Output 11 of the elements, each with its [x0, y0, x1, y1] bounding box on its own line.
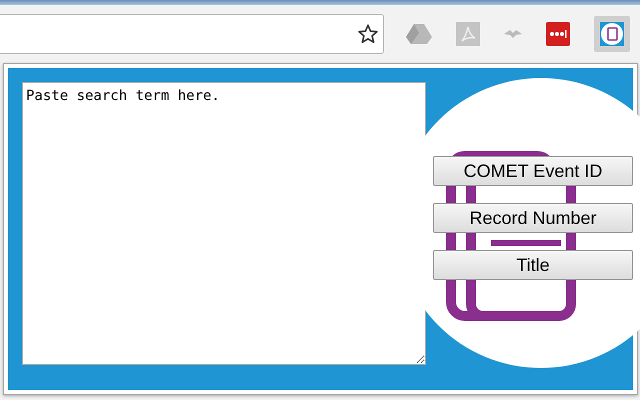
search-type-button[interactable]: Title: [433, 250, 633, 280]
triangle-icon[interactable]: [406, 22, 432, 44]
search-type-button[interactable]: Record Number: [433, 203, 633, 233]
star-icon[interactable]: [357, 22, 379, 44]
notebook-icon: [600, 22, 624, 46]
dots-icon[interactable]: [546, 22, 570, 46]
search-type-button[interactable]: COMET Event ID: [433, 156, 633, 186]
extension-button[interactable]: [594, 16, 630, 52]
bird-icon[interactable]: [504, 28, 522, 38]
search-field[interactable]: Paste search term here.: [22, 82, 426, 365]
document-icon[interactable]: [456, 22, 480, 46]
